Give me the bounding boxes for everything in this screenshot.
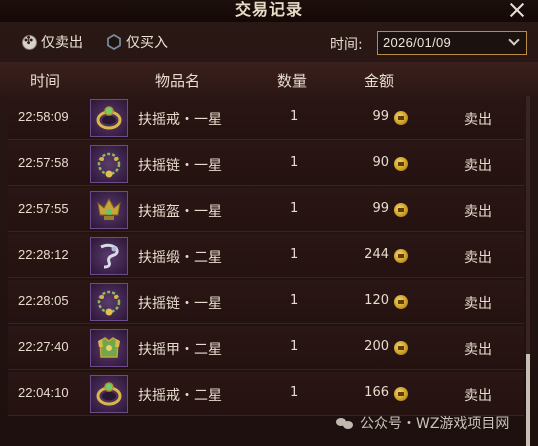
item-icon-frame[interactable]	[90, 237, 128, 275]
row-time: 22:04:10	[18, 385, 69, 400]
column-header-amount: 金额	[364, 72, 395, 90]
row-item-name: 扶摇链・一星	[138, 296, 222, 312]
table-row[interactable]: 22:58:09 扶摇戒・一星 1 99 卖出	[8, 96, 524, 140]
row-quantity: 1	[290, 201, 299, 216]
row-trade-type: 卖出	[464, 204, 492, 220]
row-item-name: 扶摇戒・二星	[138, 388, 222, 404]
buy-only-radio[interactable]: 仅买入	[106, 33, 168, 51]
row-item-name: 扶摇盔・一星	[138, 204, 222, 220]
watermark-text: 公众号・WZ游戏项目网	[360, 416, 510, 432]
item-icon-frame[interactable]	[90, 191, 128, 229]
time-filter-label: 时间:	[330, 37, 363, 53]
row-time: 22:58:09	[18, 109, 69, 124]
window-title: 交易记录	[234, 0, 303, 19]
row-trade-type: 卖出	[464, 296, 492, 312]
gold-coin-icon	[394, 249, 408, 263]
gold-coin-icon	[394, 203, 408, 217]
scrollbar[interactable]	[526, 96, 530, 446]
table-row[interactable]: 22:28:05 扶摇链・一星 1 120 卖出	[8, 280, 524, 324]
gold-coin-icon	[394, 341, 408, 355]
sell-only-radio[interactable]: 仅卖出	[22, 33, 83, 51]
column-header-item: 物品名	[155, 72, 201, 90]
item-icon-frame[interactable]	[90, 99, 128, 137]
item-icon-frame[interactable]	[90, 145, 128, 183]
column-header-time: 时间	[30, 72, 61, 90]
item-icon-frame[interactable]	[90, 329, 128, 367]
watermark: 公众号・WZ游戏项目网	[336, 413, 509, 433]
row-amount: 166	[364, 385, 389, 400]
date-value: 2026/01/09	[383, 35, 452, 50]
wechat-icon	[336, 416, 354, 430]
column-header-qty: 数量	[277, 72, 308, 90]
row-trade-type: 卖出	[464, 342, 492, 358]
table-header: 时间 物品名 数量 金额	[0, 62, 538, 96]
close-icon[interactable]	[506, 0, 528, 21]
buy-only-label: 仅买入	[126, 35, 168, 51]
row-amount: 200	[364, 339, 389, 354]
row-trade-type: 卖出	[464, 158, 492, 174]
chevron-down-icon	[508, 34, 520, 46]
row-quantity: 1	[290, 293, 299, 308]
row-quantity: 1	[290, 339, 299, 354]
trade-list: 22:58:09 扶摇戒・一星 1 99 卖出 22:57:58 扶摇链・一星 1 90 卖出 22…	[0, 96, 538, 446]
row-amount: 244	[364, 247, 389, 262]
item-icon-frame[interactable]	[90, 283, 128, 321]
row-time: 22:28:12	[18, 247, 69, 262]
row-quantity: 1	[290, 109, 299, 124]
row-trade-type: 卖出	[464, 388, 492, 404]
row-trade-type: 卖出	[464, 250, 492, 266]
row-time: 22:57:58	[18, 155, 69, 170]
row-time: 22:27:40	[18, 339, 69, 354]
row-item-name: 扶摇戒・一星	[138, 112, 222, 128]
radio-unselected-icon	[107, 34, 121, 50]
row-time: 22:28:05	[18, 293, 69, 308]
table-row[interactable]: 22:27:40 扶摇甲・二星 1 200 卖出	[8, 326, 524, 370]
radio-selected-icon	[22, 34, 37, 50]
table-row[interactable]: 22:04:10 扶摇戒・二星 1 166 卖出	[8, 372, 524, 416]
filter-row: 仅卖出 仅买入 时间: 2026/01/09	[0, 22, 538, 62]
item-icon-frame[interactable]	[90, 375, 128, 413]
row-quantity: 1	[290, 247, 299, 262]
row-amount: 120	[364, 293, 389, 308]
row-amount: 90	[372, 155, 389, 170]
date-dropdown[interactable]: 2026/01/09	[377, 31, 527, 55]
table-row[interactable]: 22:57:55 扶摇盔・一星 1 99 卖出	[8, 188, 524, 232]
scrollbar-thumb[interactable]	[526, 354, 530, 446]
gold-coin-icon	[394, 295, 408, 309]
title-bar: 交易记录	[0, 0, 538, 22]
row-amount: 99	[372, 109, 389, 124]
row-item-name: 扶摇链・一星	[138, 158, 222, 174]
gold-coin-icon	[394, 387, 408, 401]
trade-record-panel: 交易记录 仅卖出 仅买入 时间: 2026/01/09 时间 物品名 数量 金额…	[0, 0, 538, 446]
row-item-name: 扶摇甲・二星	[138, 342, 222, 358]
row-quantity: 1	[290, 155, 299, 170]
table-row[interactable]: 22:28:12 扶摇缎・二星 1 244 卖出	[8, 234, 524, 278]
row-trade-type: 卖出	[464, 112, 492, 128]
gold-coin-icon	[394, 157, 408, 171]
row-quantity: 1	[290, 385, 299, 400]
row-amount: 99	[372, 201, 389, 216]
row-item-name: 扶摇缎・二星	[138, 250, 222, 266]
table-row[interactable]: 22:57:58 扶摇链・一星 1 90 卖出	[8, 142, 524, 186]
row-time: 22:57:55	[18, 201, 69, 216]
gold-coin-icon	[394, 111, 408, 125]
sell-only-label: 仅卖出	[41, 35, 83, 51]
